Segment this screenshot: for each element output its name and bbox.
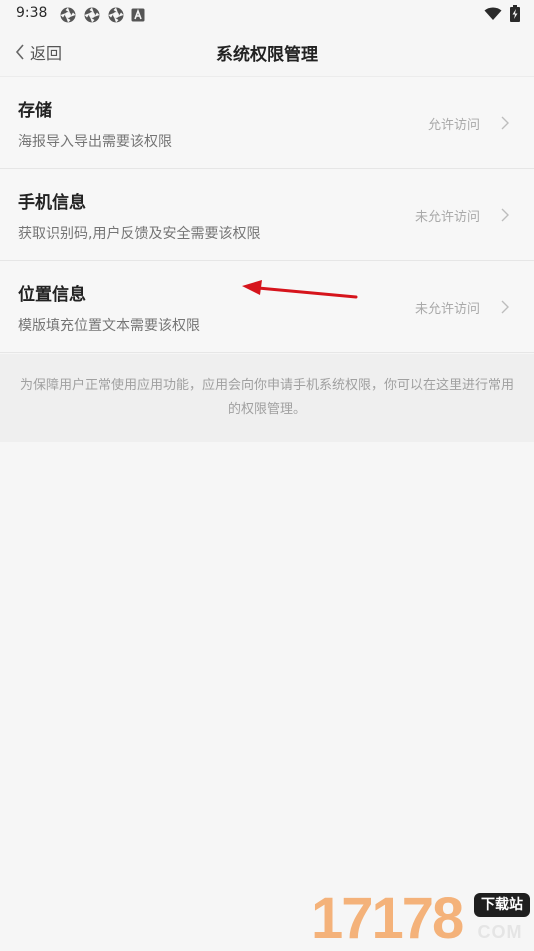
page-title: 系统权限管理 <box>216 45 318 65</box>
status-bar: 9:38 <box>0 0 534 28</box>
permission-description: 海报导入导出需要该权限 <box>18 134 172 150</box>
battery-charging-icon <box>510 5 520 22</box>
permission-title: 位置信息 <box>18 285 86 305</box>
watermark-suffix: COM <box>477 922 523 942</box>
permission-item-storage[interactable]: 存储 海报导入导出需要该权限 允许访问 <box>0 77 534 169</box>
permission-description: 模版填充位置文本需要该权限 <box>18 318 200 334</box>
annotation-arrow-icon <box>242 280 358 299</box>
chevron-right-icon <box>501 116 509 130</box>
status-icons-left <box>59 6 145 24</box>
watermark-number: 17178 <box>311 886 464 951</box>
permission-title: 手机信息 <box>18 193 86 213</box>
chevron-right-icon <box>501 300 509 314</box>
chevron-right-icon <box>501 208 509 222</box>
wifi-icon <box>484 7 502 20</box>
aperture-icon <box>60 7 76 23</box>
header: 返回 系统权限管理 <box>0 28 534 77</box>
permission-status: 未允许访问 <box>414 302 480 317</box>
footer-text: 为保障用户正常使用应用功能，应用会向你申请手机系统权限，你可以在这里进行常用的权… <box>20 378 515 417</box>
aperture-icon <box>108 7 124 23</box>
watermark-tag: 下载站 <box>474 893 530 917</box>
permission-status: 未允许访问 <box>414 210 480 225</box>
footer-note: 为保障用户正常使用应用功能，应用会向你申请手机系统权限，你可以在这里进行常用的权… <box>0 354 534 442</box>
status-icons-right <box>484 5 520 22</box>
permission-status: 允许访问 <box>427 118 480 133</box>
permission-item-phone-info[interactable]: 手机信息 获取识别码,用户反馈及安全需要该权限 未允许访问 <box>0 169 534 261</box>
permission-item-location[interactable]: 位置信息 模版填充位置文本需要该权限 未允许访问 <box>0 261 534 353</box>
permission-list: 存储 海报导入导出需要该权限 允许访问 手机信息 获取识别码,用户反馈及安全需要… <box>0 77 534 353</box>
a-icon <box>131 8 145 22</box>
permission-description: 获取识别码,用户反馈及安全需要该权限 <box>18 226 261 242</box>
permission-title: 存储 <box>18 101 52 121</box>
status-time: 9:38 <box>16 5 48 21</box>
aperture-icon <box>84 7 100 23</box>
